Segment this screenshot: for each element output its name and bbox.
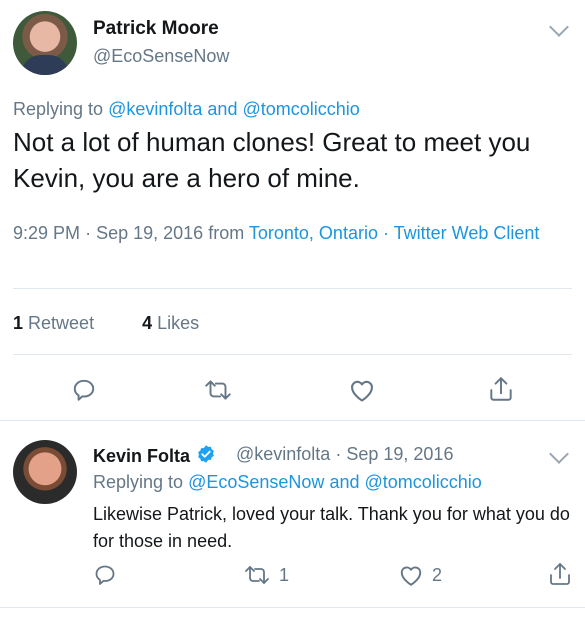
replying-to-label: Replying to (93, 472, 184, 492)
separator: · (335, 444, 342, 464)
location-link[interactable]: Toronto, Ontario (249, 223, 378, 243)
reply-icon (73, 379, 95, 401)
share-button[interactable] (488, 375, 514, 403)
likes-stat[interactable]: 4 Likes (142, 313, 199, 333)
tweet-date[interactable]: Sep 19, 2016 (346, 444, 453, 464)
avatar[interactable] (13, 11, 77, 75)
verified-badge-icon (196, 444, 216, 469)
replying-and: and (207, 99, 238, 119)
like-button[interactable] (348, 377, 376, 403)
handle-date: @kevinfolta · Sep 19, 2016 (236, 444, 453, 465)
author-handle[interactable]: @EcoSenseNow (93, 46, 229, 67)
divider (13, 288, 572, 289)
engagement-stats: 1 Retweet 4 Likes (13, 313, 199, 334)
like-count: 2 (432, 564, 443, 585)
retweet-button[interactable]: 1 (243, 563, 289, 587)
tweet-date[interactable]: Sep 19, 2016 (96, 223, 203, 243)
main-tweet: Patrick Moore @EcoSenseNow Replying to @… (0, 0, 585, 420)
heart-icon (400, 566, 422, 586)
action-bar (0, 373, 585, 409)
replying-to-label: Replying to (13, 99, 104, 119)
chevron-down-icon[interactable] (549, 444, 569, 464)
author-name-row: Kevin Folta (93, 444, 216, 469)
separator: · (382, 223, 389, 243)
tweet-time[interactable]: 9:29 PM (13, 223, 80, 243)
source-link[interactable]: Twitter Web Client (394, 223, 540, 243)
mention-link[interactable]: @EcoSenseNow (188, 472, 324, 492)
mention-link[interactable]: @tomcolicchio (365, 472, 482, 492)
divider (0, 607, 585, 608)
from-label: from (208, 223, 245, 243)
retweet-count: 1 (279, 564, 290, 585)
share-icon (550, 563, 570, 585)
tweet-text: Not a lot of human clones! Great to meet… (13, 127, 531, 193)
tweet-meta: 9:29 PM · Sep 19, 2016 from Toronto, Ont… (13, 220, 573, 246)
mention-link[interactable]: @kevinfolta (108, 99, 202, 119)
reply-icon (95, 565, 115, 585)
replying-and: and (329, 472, 360, 492)
author-name[interactable]: Kevin Folta (93, 446, 190, 467)
replying-to: Replying to @EcoSenseNow and @tomcolicch… (93, 472, 482, 493)
separator: · (85, 223, 92, 243)
retweet-label: Retweet (28, 313, 95, 333)
retweet-icon (205, 380, 231, 400)
tweet-text: Likewise Patrick, loved your talk. Thank… (93, 504, 570, 551)
mention-link[interactable]: @tomcolicchio (242, 99, 359, 119)
reply-button[interactable] (71, 377, 97, 403)
author-handle[interactable]: @kevinfolta (236, 444, 330, 464)
share-icon (490, 377, 512, 401)
divider (13, 354, 572, 355)
author-name[interactable]: Patrick Moore (93, 18, 219, 40)
likes-count: 4 (142, 313, 153, 333)
chevron-down-icon[interactable] (549, 17, 569, 37)
retweet-icon (245, 566, 269, 584)
replying-to: Replying to @kevinfolta and @tomcolicchi… (13, 99, 360, 120)
action-bar: 1 2 (0, 561, 585, 591)
likes-label: Likes (157, 313, 200, 333)
share-button[interactable] (548, 561, 572, 587)
avatar[interactable] (13, 440, 77, 504)
like-button[interactable]: 2 (398, 563, 442, 587)
retweet-count: 1 (13, 313, 24, 333)
retweets-stat[interactable]: 1 Retweet (13, 313, 94, 333)
heart-icon (351, 380, 373, 402)
retweet-button[interactable] (203, 377, 233, 403)
reply-button[interactable] (93, 563, 117, 587)
